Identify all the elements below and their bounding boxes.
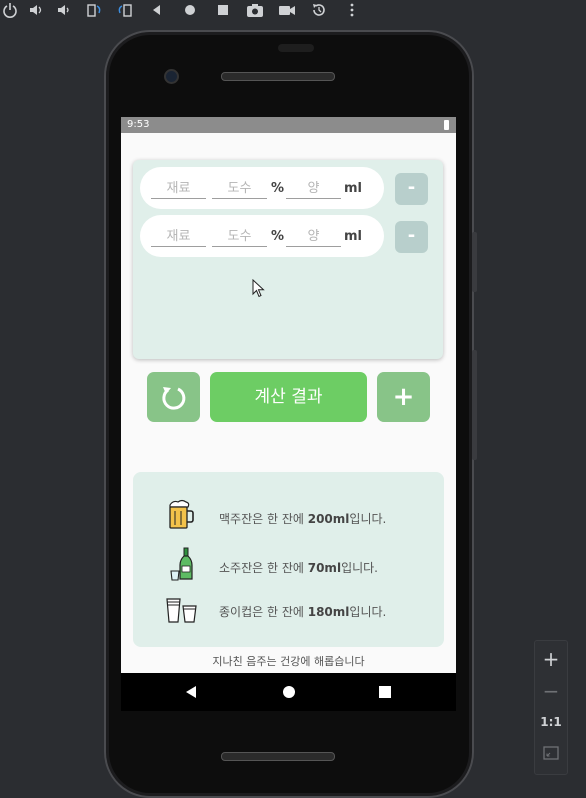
- remove-ingredient-button[interactable]: -: [395, 221, 428, 253]
- zoom-panel: + − 1:1: [534, 640, 568, 775]
- rotate-left-icon[interactable]: [85, 2, 103, 20]
- mouse-cursor-icon: [252, 279, 265, 298]
- ingredient-row: 재료 도수 % 양 ml: [140, 215, 384, 257]
- phone-speaker-top: [221, 72, 335, 81]
- overview-icon[interactable]: [214, 2, 232, 20]
- health-warning: 지나친 음주는 건강에 해롭습니다: [212, 655, 365, 668]
- info-text: 입니다.: [349, 605, 387, 619]
- fit-screen-icon[interactable]: [543, 745, 559, 761]
- info-amount: 180ml: [307, 605, 350, 619]
- info-text: 종이컵은 한 잔에: [219, 605, 308, 619]
- front-camera: [164, 69, 179, 84]
- info-amount: 70ml: [307, 561, 342, 575]
- ingredient-name-input[interactable]: 재료: [151, 180, 206, 199]
- abv-unit: %: [271, 229, 285, 244]
- phone-side-button[interactable]: [472, 350, 477, 460]
- abv-input[interactable]: 도수: [212, 180, 267, 199]
- ingredient-card: 재료 도수 % 양 ml - 재료 도수 % 양 ml -: [133, 160, 443, 359]
- info-text: 소주잔은 한 잔에: [219, 561, 308, 575]
- volume-up-icon[interactable]: [27, 2, 45, 20]
- reset-button[interactable]: [147, 372, 200, 422]
- amount-unit: ml: [344, 229, 363, 244]
- paper-cup-icon: [166, 598, 197, 623]
- ingredient-name-input[interactable]: 재료: [151, 228, 206, 247]
- info-amount: 200ml: [307, 512, 350, 526]
- camera-icon[interactable]: [278, 2, 296, 20]
- add-ingredient-button[interactable]: +: [377, 372, 430, 422]
- paper-cup-info: 종이컵은 한 잔에 180ml입니다.: [219, 603, 386, 620]
- nav-home-icon[interactable]: [282, 685, 296, 699]
- volume-down-icon[interactable]: [55, 2, 73, 20]
- ingredient-row: 재료 도수 % 양 ml: [140, 167, 384, 209]
- rotate-right-icon[interactable]: [116, 2, 134, 20]
- battery-icon: [444, 120, 449, 130]
- info-text: 맥주잔은 한 잔에: [219, 512, 308, 526]
- zoom-out-button[interactable]: −: [535, 679, 567, 703]
- screenshot-icon[interactable]: [246, 2, 264, 20]
- status-time: 9:53: [127, 119, 150, 130]
- info-text: 입니다.: [341, 561, 378, 575]
- app-screen: 9:53 재료 도수 % 양 ml - 재료 도수 % 양 ml - 계산 결과…: [121, 117, 456, 673]
- amount-input[interactable]: 양: [286, 228, 341, 247]
- amount-input[interactable]: 양: [286, 180, 341, 199]
- soju-glass-info: 소주잔은 한 잔에 70ml입니다.: [219, 559, 378, 576]
- reset-icon: [162, 387, 186, 410]
- status-bar: 9:53: [121, 117, 456, 133]
- remove-ingredient-button[interactable]: -: [395, 173, 428, 205]
- amount-unit: ml: [344, 181, 363, 196]
- more-icon[interactable]: [343, 2, 361, 20]
- soju-bottle-icon: [170, 547, 193, 581]
- beer-mug-icon: [169, 499, 194, 529]
- android-nav-bar: [121, 673, 456, 711]
- power-icon[interactable]: [1, 2, 19, 20]
- info-text: 입니다.: [349, 512, 387, 526]
- abv-input[interactable]: 도수: [212, 228, 267, 247]
- nav-overview-icon[interactable]: [378, 685, 392, 699]
- actual-size-button[interactable]: 1:1: [535, 715, 567, 729]
- nav-back-icon[interactable]: [184, 685, 198, 699]
- calculate-button[interactable]: 계산 결과: [210, 372, 367, 422]
- back-icon[interactable]: [148, 2, 166, 20]
- glass-info-box: 맥주잔은 한 잔에 200ml입니다. 소주잔은 한 잔에 70ml입니다. 종…: [133, 472, 444, 647]
- phone-speaker-bottom: [221, 752, 335, 761]
- emulator-toolbar: [0, 0, 586, 22]
- beer-glass-info: 맥주잔은 한 잔에 200ml입니다.: [219, 510, 386, 527]
- replay-icon[interactable]: [310, 2, 328, 20]
- zoom-in-button[interactable]: +: [535, 647, 567, 671]
- phone-volume-button[interactable]: [472, 232, 477, 292]
- abv-unit: %: [271, 181, 285, 196]
- phone-earpiece-top: [278, 44, 314, 52]
- home-icon[interactable]: [181, 2, 199, 20]
